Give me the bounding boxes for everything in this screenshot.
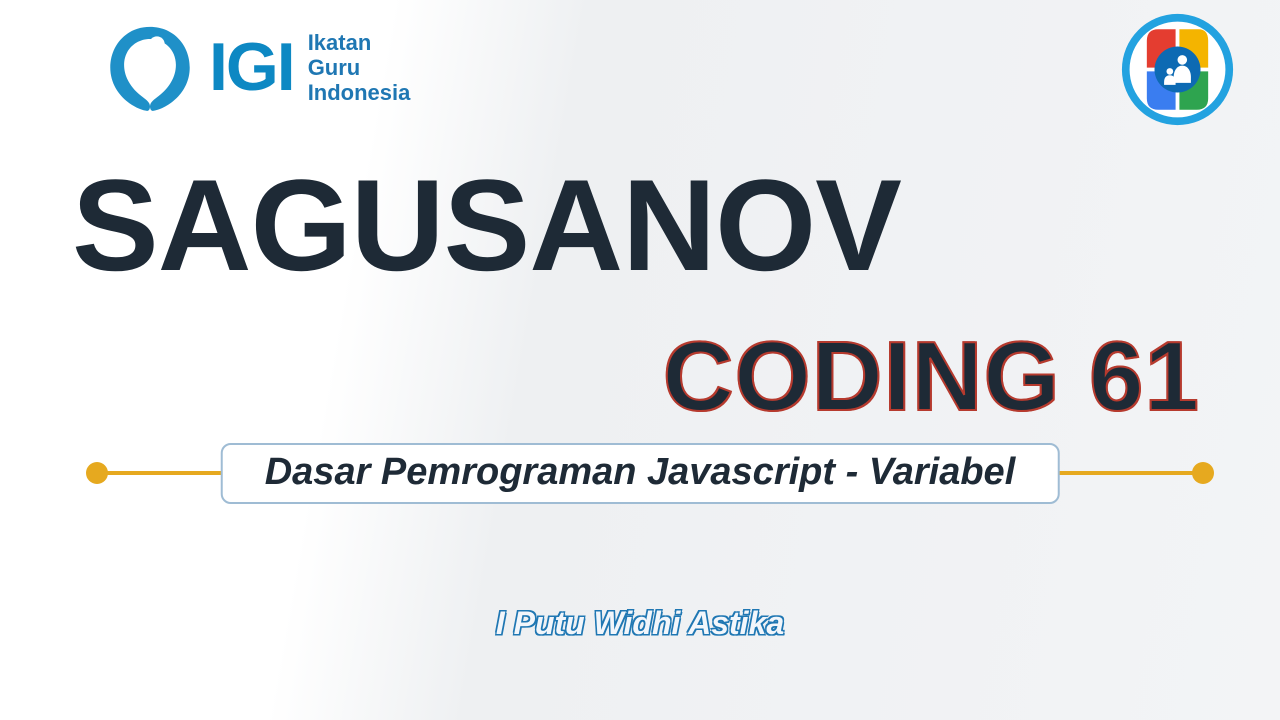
main-title: SAGUSANOV (72, 150, 901, 300)
slide: IGI Ikatan Guru Indonesia SAGUSANOV CODI… (0, 0, 1280, 720)
subtitle-box: Dasar Pemrograman Javascript - Variabel (221, 443, 1060, 504)
igi-full-line-2: Indonesia (308, 80, 411, 105)
igi-mark-icon (105, 20, 195, 115)
author-name: I Putu Widhi Astika (496, 605, 784, 642)
subtitle-text: Dasar Pemrograman Javascript - Variabel (265, 451, 1016, 493)
sub-title: CODING 61 (663, 320, 1200, 433)
divider-dot-left (86, 462, 108, 484)
igi-acronym: IGI (209, 37, 294, 98)
igi-full-name: Ikatan Guru Indonesia (308, 30, 411, 106)
igi-logo: IGI Ikatan Guru Indonesia (105, 20, 410, 115)
igi-text-block: IGI Ikatan Guru Indonesia (209, 30, 410, 106)
igi-full-line-0: Ikatan (308, 30, 411, 55)
sagusanov-badge-icon (1120, 12, 1235, 127)
igi-full-line-1: Guru (308, 55, 411, 80)
divider-dot-right (1192, 462, 1214, 484)
